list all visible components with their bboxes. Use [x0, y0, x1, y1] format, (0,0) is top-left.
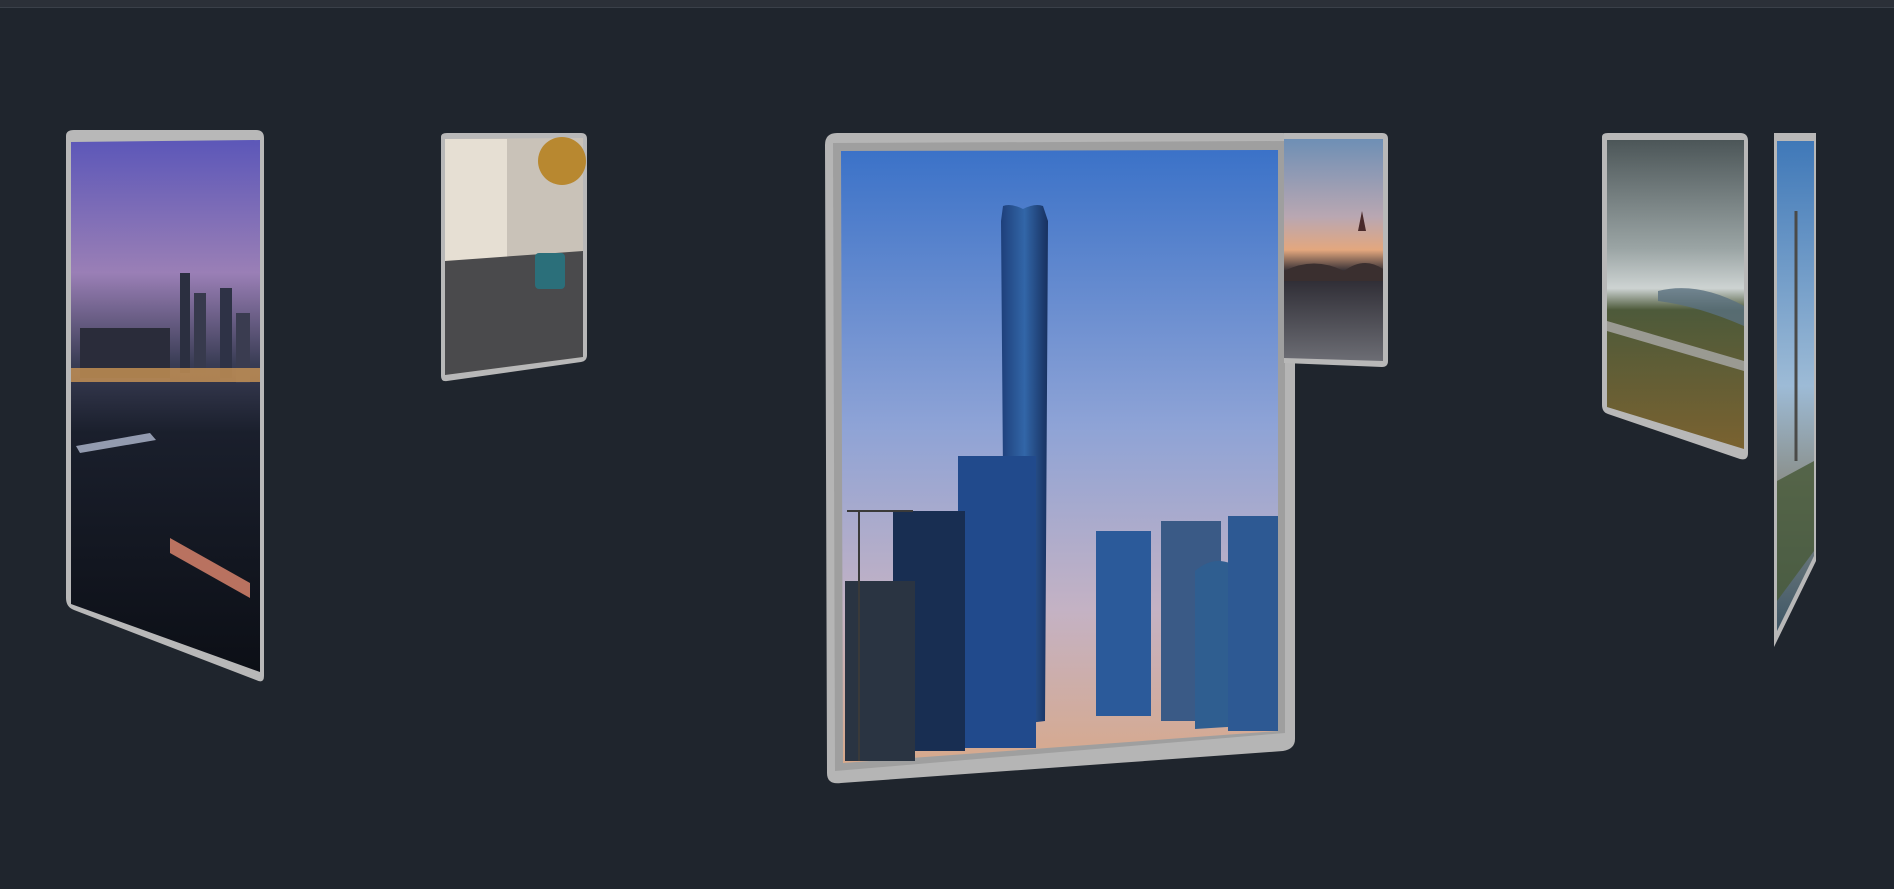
autumn-tree — [538, 137, 586, 185]
gallery-card-tram-street[interactable] — [437, 131, 589, 386]
coverflow-gallery — [0, 0, 1894, 889]
tram-shape — [535, 253, 565, 289]
gallery-card-bridge-sunset[interactable] — [1284, 131, 1390, 371]
gallery-card-coastal-road[interactable] — [1598, 131, 1750, 461]
glass-building-left — [958, 456, 1036, 748]
gallery-card-skyscraper-skyline-active[interactable] — [823, 131, 1298, 787]
gallery-card-spire-tower[interactable] — [1772, 131, 1818, 651]
gallery-card-harbor-night[interactable] — [60, 128, 270, 688]
